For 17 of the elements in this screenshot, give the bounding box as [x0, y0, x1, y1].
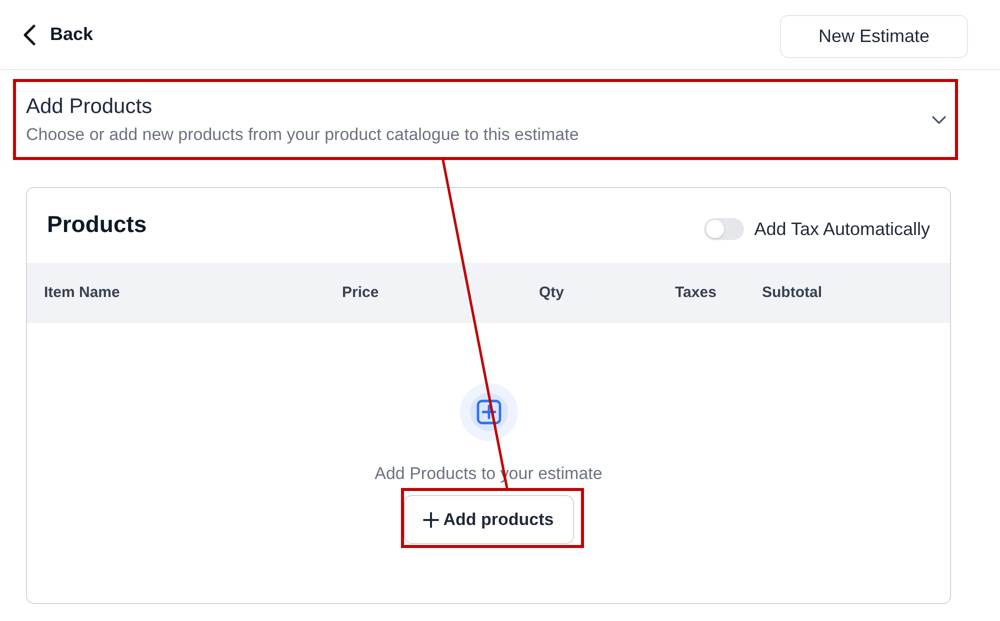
chevron-down-icon[interactable] — [932, 116, 946, 124]
column-header: Taxes — [675, 284, 716, 301]
new-estimate-button[interactable]: New Estimate — [780, 15, 968, 58]
add-products-button[interactable]: Add products — [404, 495, 574, 544]
toggle-switch[interactable] — [704, 218, 744, 240]
toggle-label: Add Tax Automatically — [754, 218, 930, 240]
section-title: Add Products — [26, 94, 154, 120]
plus-icon — [423, 512, 440, 528]
chevron-left-icon — [22, 24, 36, 46]
column-header: Item Name — [44, 284, 120, 301]
column-header: Subtotal — [762, 284, 822, 301]
add-icon — [460, 383, 518, 441]
section-subtitle: Choose or add new products from your product catalogue to this estimate — [26, 124, 579, 146]
card-title: Products — [47, 211, 147, 237]
back-link[interactable]: Back — [22, 21, 94, 48]
column-header: Price — [342, 284, 379, 301]
column-header: Qty — [539, 284, 564, 301]
